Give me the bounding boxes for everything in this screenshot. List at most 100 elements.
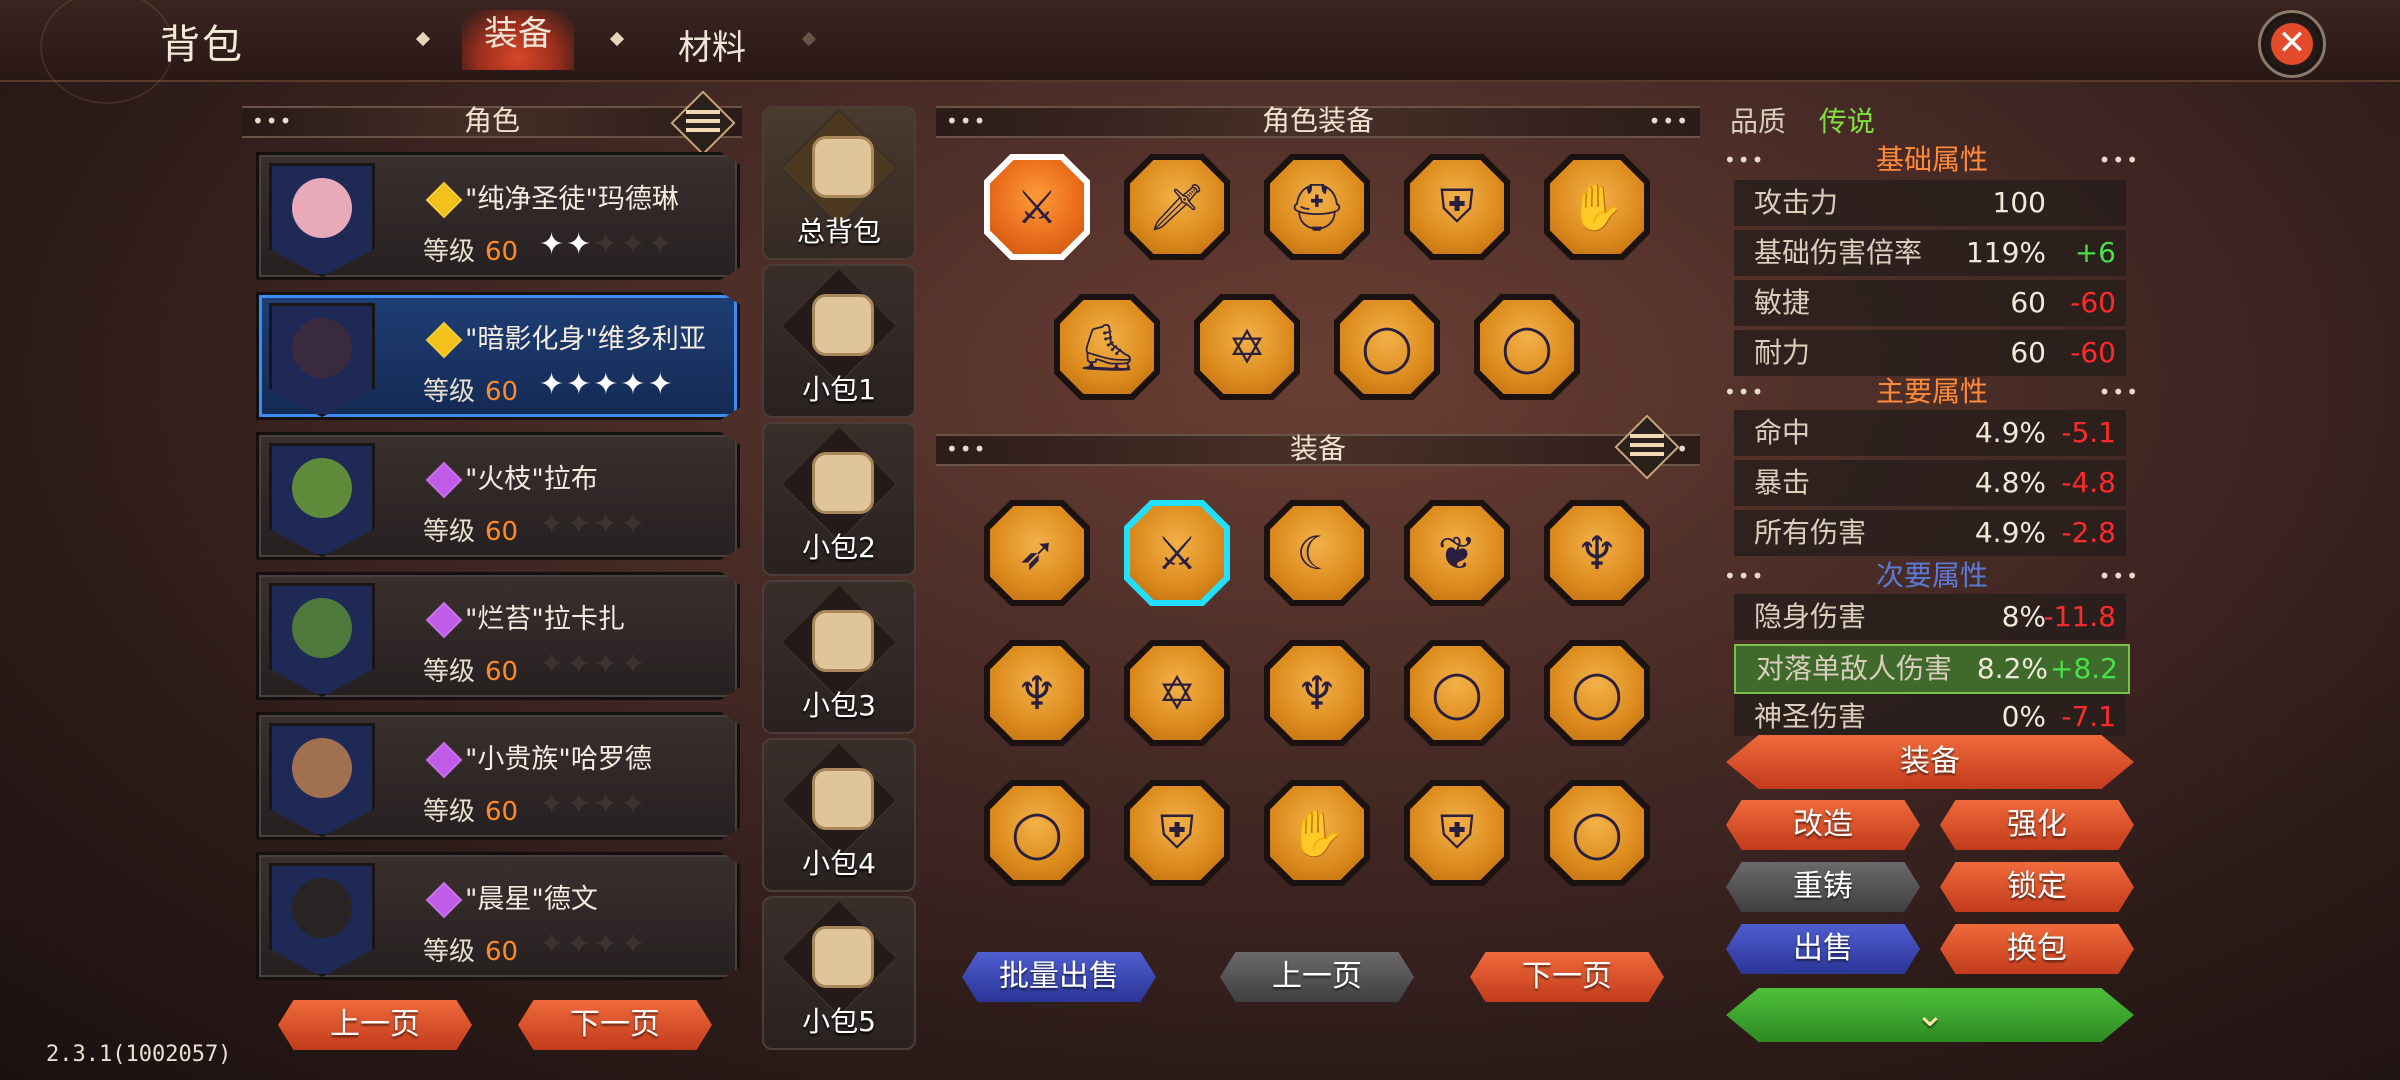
- character-card[interactable]: "小贵族"哈罗德 等级 60 ✦✦✦✦: [256, 712, 740, 840]
- character-level: 等级 60: [423, 237, 519, 267]
- filter-icon[interactable]: [670, 90, 736, 156]
- stat-delta: -5.1: [2061, 416, 2116, 449]
- recast-button[interactable]: 重铸: [1726, 862, 1920, 912]
- item-slot[interactable]: ♆: [1264, 640, 1370, 746]
- bag-small[interactable]: 小包5: [762, 896, 916, 1050]
- reforge-button[interactable]: 改造: [1726, 800, 1920, 850]
- stat-delta: -7.1: [2061, 700, 2116, 733]
- ring-icon: ◯: [1011, 806, 1063, 860]
- character-portrait: [269, 583, 375, 697]
- hexagram-amulet-icon: ✡: [1157, 666, 1197, 720]
- stat-row: 基础伤害倍率 119% +6: [1734, 230, 2126, 276]
- armor-icon: ⛨: [1439, 805, 1475, 859]
- item-slot[interactable]: ◯: [984, 780, 1090, 886]
- ring-icon: ◯: [1571, 806, 1623, 860]
- backpack-icon: [812, 926, 874, 988]
- close-button[interactable]: ✕: [2258, 10, 2326, 78]
- item-slot[interactable]: ⛨: [1404, 780, 1510, 886]
- wings-icon: ❦: [1437, 526, 1477, 580]
- stat-row: 隐身伤害 8% -11.8: [1734, 594, 2126, 640]
- item-slot[interactable]: ✋: [1544, 154, 1650, 260]
- character-card[interactable]: "纯净圣徒"玛德琳 等级 60 ✦✦✦✦✦: [256, 152, 740, 280]
- helmet-icon: ⛑: [1287, 179, 1347, 234]
- star-icon: ✦: [566, 647, 594, 682]
- item-slot[interactable]: 🗡: [1124, 154, 1230, 260]
- enhance-button[interactable]: 强化: [1940, 800, 2134, 850]
- expand-chevron-button[interactable]: ⌄: [1726, 988, 2134, 1042]
- character-card[interactable]: "烂苔"拉卡扎 等级 60 ✦✦✦✦: [256, 572, 740, 700]
- rarity-gem-icon: [425, 461, 463, 499]
- equipment-prev-page-button[interactable]: 上一页: [1220, 952, 1414, 1002]
- bag-label: 小包1: [802, 373, 876, 406]
- batch-sell-button[interactable]: 批量出售: [962, 952, 1156, 1002]
- item-slot[interactable]: ◯: [1544, 640, 1650, 746]
- bag-small[interactable]: 小包1: [762, 264, 916, 418]
- armor-icon: ⛨: [1159, 805, 1195, 859]
- star-icon: ✦: [539, 507, 567, 542]
- item-slot[interactable]: ⛨: [1124, 780, 1230, 886]
- tab-materials[interactable]: 材料: [678, 20, 746, 69]
- tab-equipment[interactable]: 装备: [462, 10, 574, 70]
- stat-value: 119%: [1965, 236, 2046, 269]
- star-icon: ✦: [593, 927, 621, 962]
- character-name: "暗影化身"维多利亚: [465, 324, 706, 355]
- sell-button[interactable]: 出售: [1726, 924, 1920, 974]
- stat-value: 8.2%: [1976, 652, 2048, 685]
- rarity-gem-icon: [425, 881, 463, 919]
- compass-emblem-icon: [40, 0, 174, 104]
- character-card[interactable]: "火枝"拉布 等级 60 ✦✦✦✦: [256, 432, 740, 560]
- stat-name: 命中: [1754, 416, 1811, 449]
- bag-label: 小包5: [802, 1005, 876, 1038]
- quality-value: 传说: [1818, 105, 1875, 138]
- item-slot[interactable]: ❦: [1404, 500, 1510, 606]
- item-slot[interactable]: ◯: [1404, 640, 1510, 746]
- item-slot[interactable]: ⚔: [1124, 500, 1230, 606]
- characters-prev-page-button[interactable]: 上一页: [278, 1000, 472, 1050]
- item-slot[interactable]: ◯: [1474, 294, 1580, 400]
- rarity-gem-icon: [425, 741, 463, 779]
- spear-icon: ➶: [1017, 526, 1057, 580]
- bag-total[interactable]: 总背包: [762, 106, 916, 260]
- page-title: 背包: [160, 22, 244, 68]
- bag-small[interactable]: 小包3: [762, 580, 916, 734]
- item-slot[interactable]: ➶: [984, 500, 1090, 606]
- item-slot[interactable]: ⛑: [1264, 154, 1370, 260]
- item-slot[interactable]: ♆: [1544, 500, 1650, 606]
- item-slot[interactable]: ⛨: [1404, 154, 1510, 260]
- bag-label: 小包4: [802, 847, 876, 880]
- stat-name: 暴击: [1754, 466, 1811, 499]
- stat-value: 60: [2010, 336, 2046, 369]
- item-slot[interactable]: ♆: [984, 640, 1090, 746]
- item-slot[interactable]: ☾: [1264, 500, 1370, 606]
- armor-icon: ⛨: [1439, 179, 1475, 233]
- character-card[interactable]: "暗影化身"维多利亚 等级 60 ✦✦✦✦✦: [256, 292, 740, 420]
- item-slot[interactable]: ⚔: [984, 154, 1090, 260]
- character-level: 等级 60: [423, 377, 519, 407]
- lock-button[interactable]: 锁定: [1940, 862, 2134, 912]
- star-icon: ✦: [593, 227, 621, 262]
- equip-button[interactable]: 装备: [1726, 735, 2134, 789]
- bag-small[interactable]: 小包4: [762, 738, 916, 892]
- character-equipment-header: ••• 角色装备 •••: [936, 106, 1700, 138]
- star-rating: ✦✦✦✦: [539, 507, 648, 542]
- bag-small[interactable]: 小包2: [762, 422, 916, 576]
- character-name: "烂苔"拉卡扎: [465, 604, 625, 635]
- character-portrait: [269, 723, 375, 837]
- equipment-filter-icon[interactable]: [1614, 414, 1680, 480]
- item-slot[interactable]: ◯: [1334, 294, 1440, 400]
- characters-next-page-button[interactable]: 下一页: [518, 1000, 712, 1050]
- equipment-next-page-button[interactable]: 下一页: [1470, 952, 1664, 1002]
- item-slot[interactable]: ⛸: [1054, 294, 1160, 400]
- item-slot[interactable]: ✋: [1264, 780, 1370, 886]
- star-icon: ✦: [566, 507, 594, 542]
- boots-icon: ⛸: [1077, 319, 1137, 374]
- stat-row: 命中 4.9% -5.1: [1734, 410, 2126, 456]
- item-slot[interactable]: ◯: [1544, 780, 1650, 886]
- item-slot[interactable]: ✡: [1124, 640, 1230, 746]
- bag-label: 总背包: [796, 215, 881, 248]
- item-slot[interactable]: ✡: [1194, 294, 1300, 400]
- stat-value: 8%: [2001, 600, 2046, 633]
- character-card[interactable]: "晨星"德文 等级 60 ✦✦✦✦: [256, 852, 740, 980]
- scythe-icon: ☾: [1296, 526, 1338, 580]
- swap-bag-button[interactable]: 换包: [1940, 924, 2134, 974]
